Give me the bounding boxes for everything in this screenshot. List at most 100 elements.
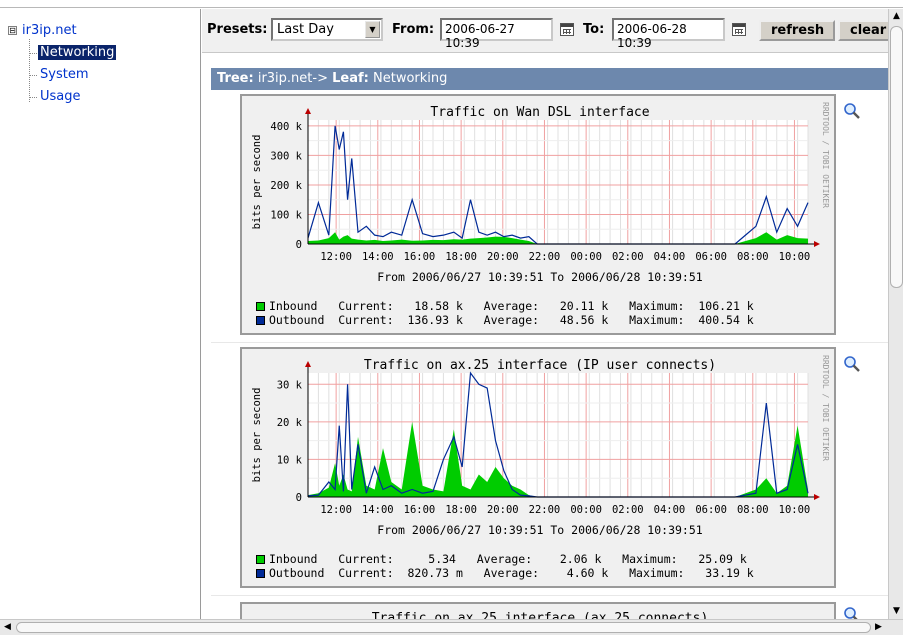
collapse-icon[interactable]: ⊟ — [8, 26, 17, 35]
filter-toolbar: Presets: Last Day ▼ From: 2006-06-27 10:… — [202, 9, 888, 53]
graph-plot: 12:00 14:00 16:00 18:00 20:00 22:00 00:00 02:00… — [251, 108, 820, 263]
legend-current-label: Current: — [338, 552, 394, 566]
graph-title: Traffic on ax.25 interface (ax.25 connec… — [371, 611, 709, 619]
x-tick-label: 16:00 — [404, 504, 436, 516]
tree-value: ir3ip.net-> — [257, 71, 328, 86]
x-tick-label: 18:00 — [445, 504, 477, 516]
y-axis-label: bits per second — [251, 388, 263, 483]
legend-swatch — [256, 302, 265, 311]
x-tick-label: 22:00 — [529, 504, 561, 516]
legend-current-label: Current: — [338, 313, 394, 327]
graph-period: From 2006/06/27 10:39:51 To 2006/06/28 1… — [377, 523, 703, 537]
legend-average: 2.06 k — [559, 552, 602, 566]
legend-maximum: 400.54 k — [698, 313, 754, 327]
legend-average-label: Average: — [483, 566, 540, 580]
from-label: From: — [392, 22, 435, 37]
vertical-scrollbar[interactable]: ▲ ▼ — [888, 9, 903, 619]
graph-row: Traffic on ax.25 interface (ax.25 connec… — [211, 596, 888, 619]
axis-arrow-icon — [814, 494, 820, 500]
graph-row: Traffic on ax.25 interface (IP user conn… — [211, 343, 888, 596]
x-tick-label: 00:00 — [570, 251, 602, 263]
scroll-right-icon[interactable]: ▶ — [871, 620, 886, 635]
leaf-value: Networking — [373, 71, 448, 86]
y-tick-label: 0 — [296, 239, 302, 251]
legend-average-label: Average: — [483, 313, 540, 327]
graph-row: Traffic on Wan DSL interface RRDTOOL / T… — [211, 90, 888, 343]
tree-connector — [29, 75, 37, 76]
x-tick-label: 14:00 — [362, 251, 394, 263]
legend-average: 48.56 k — [559, 313, 609, 327]
dropdown-arrow-icon[interactable]: ▼ — [365, 21, 380, 38]
y-axis-label: bits per second — [251, 135, 263, 230]
tree-connector — [29, 97, 37, 98]
x-tick-label: 04:00 — [654, 504, 686, 516]
clear-button[interactable]: clear — [838, 20, 888, 41]
legend-swatch — [256, 569, 265, 578]
horizontal-scroll-thumb[interactable] — [16, 622, 871, 633]
legend-current-label: Current: — [338, 566, 394, 580]
graph-image[interactable]: Traffic on ax.25 interface (IP user conn… — [240, 347, 836, 588]
tree-item-usage[interactable]: Usage — [38, 89, 83, 104]
tree-item-system[interactable]: System — [38, 67, 90, 82]
x-tick-label: 10:00 — [779, 251, 811, 263]
tree-item-networking[interactable]: Networking — [38, 45, 117, 60]
y-tick-label: 100 k — [270, 209, 302, 221]
y-tick-label: 0 — [296, 492, 302, 504]
leaf-label: Leaf: — [332, 71, 369, 86]
x-tick-label: 04:00 — [654, 251, 686, 263]
top-strip — [0, 0, 903, 8]
legend-outbound: Outbound Current: 820.73 m Average: 4.60… — [256, 566, 754, 580]
horizontal-scrollbar[interactable]: ◀ ▶ — [0, 619, 903, 635]
legend-average-label: Average: — [483, 299, 540, 313]
refresh-button[interactable]: refresh — [759, 20, 835, 41]
vertical-scroll-thumb[interactable] — [890, 26, 903, 288]
x-tick-label: 12:00 — [320, 504, 352, 516]
y-tick-label: 200 k — [270, 180, 302, 192]
x-tick-label: 14:00 — [362, 504, 394, 516]
legend-swatch — [256, 555, 265, 564]
y-tick-label: 30 k — [277, 379, 303, 391]
x-tick-label: 20:00 — [487, 504, 519, 516]
legend-current: 820.73 m — [407, 566, 463, 580]
legend-maximum: 33.19 k — [705, 566, 754, 580]
legend-current: 5.34 — [428, 552, 456, 566]
right-pane: Presets: Last Day ▼ From: 2006-06-27 10:… — [202, 9, 888, 619]
graph-period: From 2006/06/27 10:39:51 To 2006/06/28 1… — [377, 270, 703, 284]
x-tick-label: 08:00 — [737, 251, 769, 263]
legend-inbound: Inbound Current: 18.58 k Average: 20.11 … — [256, 299, 754, 313]
x-tick-label: 16:00 — [404, 251, 436, 263]
tree-root-link[interactable]: ir3ip.net — [22, 23, 77, 38]
zoom-icon[interactable] — [843, 102, 861, 120]
calendar-icon[interactable] — [732, 23, 746, 36]
scroll-left-icon[interactable]: ◀ — [0, 620, 15, 635]
legend-name: Outbound — [269, 313, 325, 327]
graph-image[interactable]: Traffic on ax.25 interface (ax.25 connec… — [240, 602, 836, 619]
legend-maximum-label: Maximum: — [622, 552, 678, 566]
from-date-input[interactable]: 2006-06-27 10:39 — [440, 18, 553, 50]
to-date-input[interactable]: 2006-06-28 10:39 — [612, 18, 725, 50]
tree-label: Tree: — [217, 71, 254, 86]
legend-average: 4.60 k — [566, 566, 609, 580]
legend-maximum: 106.21 k — [698, 299, 754, 313]
graph-image[interactable]: Traffic on Wan DSL interface RRDTOOL / T… — [240, 94, 836, 335]
tree-pane: ⊟ ir3ip.net Networking System Usage — [0, 9, 201, 619]
calendar-icon[interactable] — [560, 23, 574, 36]
zoom-icon[interactable] — [843, 606, 861, 619]
legend-name: Inbound — [269, 299, 318, 313]
graph-plot: 12:00 14:00 16:00 18:00 20:00 22:00 00:00 02:00… — [251, 361, 820, 516]
scroll-down-icon[interactable]: ▼ — [889, 604, 903, 619]
scroll-up-icon[interactable]: ▲ — [889, 9, 903, 24]
tree-connector — [29, 53, 37, 54]
legend-name: Outbound — [269, 566, 325, 580]
presets-select[interactable]: Last Day ▼ — [271, 18, 383, 41]
graph-content: Tree: ir3ip.net-> Leaf: Networking Traff… — [211, 68, 888, 619]
legend-outbound: Outbound Current: 136.93 k Average: 48.5… — [256, 313, 754, 327]
legend-maximum-label: Maximum: — [629, 313, 685, 327]
presets-value: Last Day — [277, 22, 334, 37]
axis-arrow-icon — [305, 108, 311, 114]
zoom-icon[interactable] — [843, 355, 861, 373]
x-tick-label: 18:00 — [445, 251, 477, 263]
x-tick-label: 20:00 — [487, 251, 519, 263]
x-tick-label: 02:00 — [612, 251, 644, 263]
legend-inbound: Inbound Current: 5.34 Average: 2.06 k Ma… — [256, 552, 747, 566]
